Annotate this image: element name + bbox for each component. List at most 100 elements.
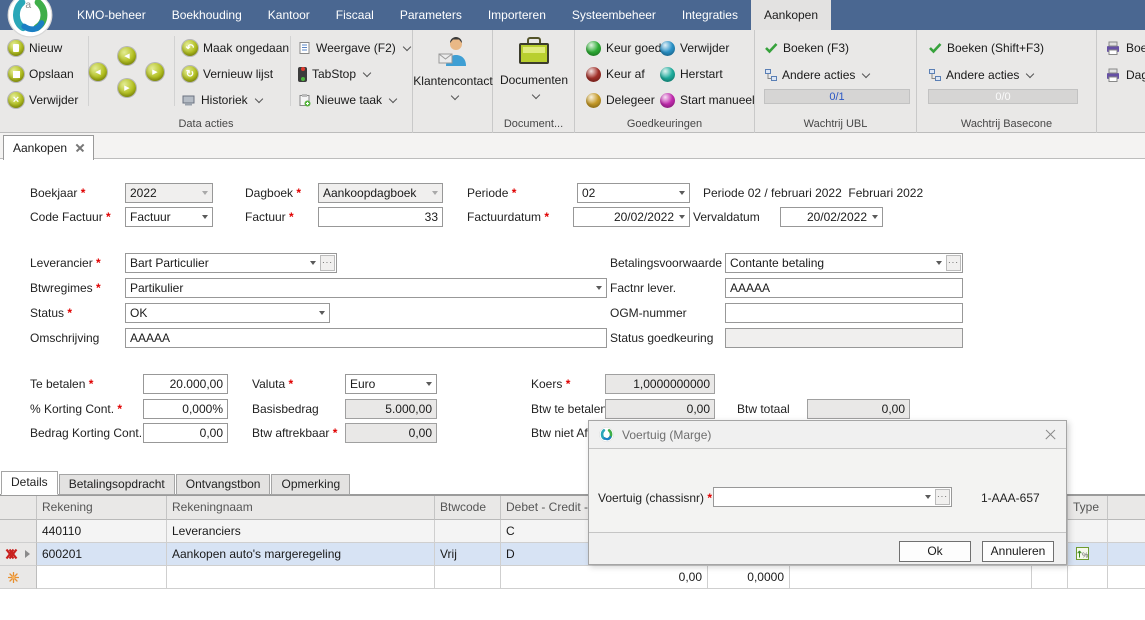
ok-button[interactable]: Ok <box>899 541 971 562</box>
browse-ellipsis-button[interactable] <box>946 255 961 271</box>
column-header-rekeningnaam[interactable]: Rekeningnaam <box>167 496 435 520</box>
periode-select[interactable]: 02 <box>577 183 690 203</box>
betalingsvoorwaarde-select[interactable]: Contante betaling <box>725 253 963 273</box>
browse-ellipsis-button[interactable] <box>320 255 335 271</box>
menu-kantoor[interactable]: Kantoor <box>255 0 323 30</box>
menu-importeren[interactable]: Importeren <box>475 0 559 30</box>
factuur-input[interactable]: 33 <box>318 207 443 227</box>
keur-goed-button[interactable]: Keur goed <box>586 39 661 57</box>
column-header-btwcode[interactable]: Btwcode <box>435 496 501 520</box>
menu-kmo-beheer[interactable]: KMO-beheer <box>64 0 159 30</box>
keur-af-button[interactable]: Keur af <box>586 65 645 83</box>
dropdown-arrow-icon <box>310 261 316 265</box>
last-record-button[interactable] <box>146 63 164 81</box>
te-betalen-input[interactable]: 20.000,00 <box>143 374 228 394</box>
verwijder-goedkeuring-button[interactable]: Verwijder <box>660 39 729 57</box>
klantencontact-button[interactable]: Klantencontact <box>413 36 493 102</box>
boekjaar-select[interactable]: 2022 <box>125 183 213 203</box>
previous-record-button[interactable] <box>118 47 136 65</box>
cell-type[interactable] <box>1068 566 1108 589</box>
menu-fiscaal[interactable]: Fiscaal <box>323 0 387 30</box>
first-record-button[interactable] <box>89 63 107 81</box>
ubl-queue-counter[interactable]: 0/1 <box>764 89 910 104</box>
nieuw-button[interactable]: Nieuw <box>8 39 62 57</box>
next-record-button[interactable] <box>118 79 136 97</box>
tab-betalingsopdracht[interactable]: Betalingsopdracht <box>59 474 175 495</box>
andere-acties-basecone-button[interactable]: Andere acties <box>929 66 1033 84</box>
documenten-button[interactable]: Documenten <box>493 36 575 101</box>
maak-ongedaan-button[interactable]: Maak ongedaan <box>182 39 289 57</box>
tab-ontvangstbon[interactable]: Ontvangstbon <box>176 474 271 495</box>
dagboek-select[interactable]: Aankoopdagboek <box>318 183 443 203</box>
boeken-f3-button[interactable]: Boeken (F3) <box>765 39 849 57</box>
close-dialog-icon[interactable] <box>1045 429 1056 440</box>
code-factuur-select[interactable]: Factuur <box>125 207 213 227</box>
cell-type[interactable]: % <box>1068 543 1108 566</box>
menu-aankopen[interactable]: Aankopen <box>751 0 831 30</box>
cell[interactable] <box>1108 543 1145 566</box>
historiek-button[interactable]: Historiek <box>182 91 262 109</box>
cell-btwcode[interactable] <box>435 566 501 589</box>
cell[interactable]: 0,0000 <box>708 566 790 589</box>
factnr-lever-input[interactable]: AAAAA <box>725 278 963 298</box>
boek-print-button[interactable]: Boek <box>1105 39 1145 57</box>
basecone-queue-counter[interactable]: 0/0 <box>928 89 1078 104</box>
column-header[interactable] <box>1108 496 1145 520</box>
cell-rekeningnaam[interactable]: Aankopen auto's margeregeling <box>167 543 435 566</box>
vervaldatum-picker[interactable]: 20/02/2022 <box>780 207 883 227</box>
cell-rekeningnaam[interactable] <box>167 566 435 589</box>
cell-rekeningnaam[interactable]: Leveranciers <box>167 520 435 543</box>
tab-aankopen[interactable]: Aankopen <box>3 135 94 160</box>
row-selector[interactable] <box>0 520 37 543</box>
cell[interactable] <box>790 566 1032 589</box>
dialog-titlebar[interactable]: Voertuig (Marge) <box>589 421 1066 448</box>
menu-systeembeheer[interactable]: Systeembeheer <box>559 0 669 30</box>
tabstop-button[interactable]: TabStop <box>298 65 370 83</box>
ogm-nummer-input[interactable] <box>725 303 963 323</box>
menu-integraties[interactable]: Integraties <box>669 0 751 30</box>
annuleren-button[interactable]: Annuleren <box>982 541 1054 562</box>
cell[interactable] <box>1108 520 1145 543</box>
menu-boekhouding[interactable]: Boekhouding <box>159 0 255 30</box>
opslaan-button[interactable]: Opslaan <box>8 65 74 83</box>
cell-btwcode[interactable]: Vrij <box>435 543 501 566</box>
leverancier-select[interactable]: Bart Particulier <box>125 253 337 273</box>
boeken-shift-f3-button[interactable]: Boeken (Shift+F3) <box>929 39 1044 57</box>
menu-parameters[interactable]: Parameters <box>387 0 475 30</box>
tab-opmerking[interactable]: Opmerking <box>271 474 350 495</box>
cell-debet-credit[interactable]: 0,00 <box>501 566 708 589</box>
vernieuw-lijst-button[interactable]: Vernieuw lijst <box>182 65 273 83</box>
factuurdatum-picker[interactable]: 20/02/2022 <box>573 207 690 227</box>
cell-btwcode[interactable] <box>435 520 501 543</box>
cell-rekening[interactable]: 440110 <box>37 520 167 543</box>
voertuig-marge-dialog: Voertuig (Marge) Voertuig (chassisnr) 1-… <box>588 420 1067 565</box>
btwregimes-select[interactable]: Partikulier <box>125 278 607 298</box>
verwijder-button[interactable]: Verwijder <box>8 91 78 109</box>
valuta-select[interactable]: Euro <box>345 374 437 394</box>
cell-type[interactable] <box>1068 520 1108 543</box>
status-select[interactable]: OK <box>125 303 330 323</box>
cell[interactable] <box>1108 566 1145 589</box>
column-header-type[interactable]: Type <box>1068 496 1108 520</box>
omschrijving-input[interactable]: AAAAA <box>125 328 607 348</box>
cell[interactable] <box>1032 566 1068 589</box>
row-selector-new[interactable] <box>0 566 37 589</box>
voertuig-chassisnr-select[interactable] <box>713 487 952 507</box>
tab-details[interactable]: Details <box>1 471 58 495</box>
close-tab-icon[interactable] <box>76 144 84 152</box>
herstart-button[interactable]: Herstart <box>660 65 723 83</box>
dagboek-print-button[interactable]: Dagb <box>1105 66 1145 84</box>
weergave-button[interactable]: Weergave (F2) <box>298 39 410 57</box>
row-selector-current[interactable] <box>0 543 37 566</box>
nieuwe-taak-button[interactable]: Nieuwe taak <box>298 91 396 109</box>
browse-ellipsis-button[interactable] <box>935 489 950 505</box>
bedrag-korting-cont-input[interactable]: 0,00 <box>143 423 228 443</box>
cell-rekening[interactable]: 600201 <box>37 543 167 566</box>
delegeer-button[interactable]: Delegeer <box>586 91 655 109</box>
cell-rekening[interactable] <box>37 566 167 589</box>
pct-korting-cont-input[interactable]: 0,000% <box>143 399 228 419</box>
andere-acties-ubl-button[interactable]: Andere acties <box>765 66 869 84</box>
column-header-rekening[interactable]: Rekening <box>37 496 167 520</box>
start-manueel-button[interactable]: Start manueel <box>660 91 755 109</box>
delete-row-icon[interactable] <box>5 548 18 560</box>
